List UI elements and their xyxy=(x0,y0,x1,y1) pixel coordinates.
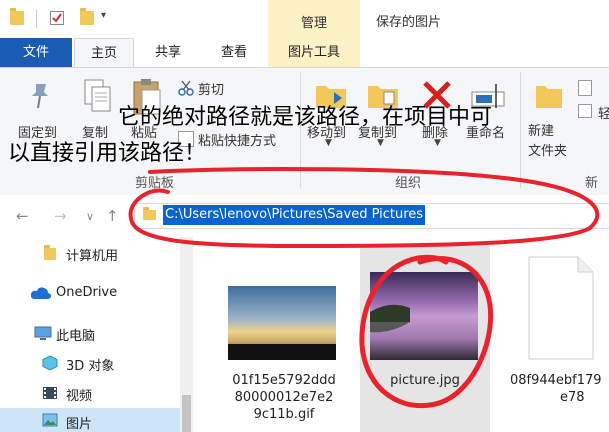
picture-circle-annotation xyxy=(359,254,494,409)
annotation-line: 以直接引用该路径！ xyxy=(8,141,207,166)
address-circle-annotation xyxy=(128,167,600,249)
annotation-line: 它的绝对路径就是该路径，在项目中可 xyxy=(118,105,493,130)
annotation-overlay xyxy=(128,167,600,409)
annotation-text: 它的绝对路径就是该路径，在项目中可 以直接引用该路径！ xyxy=(8,100,608,172)
